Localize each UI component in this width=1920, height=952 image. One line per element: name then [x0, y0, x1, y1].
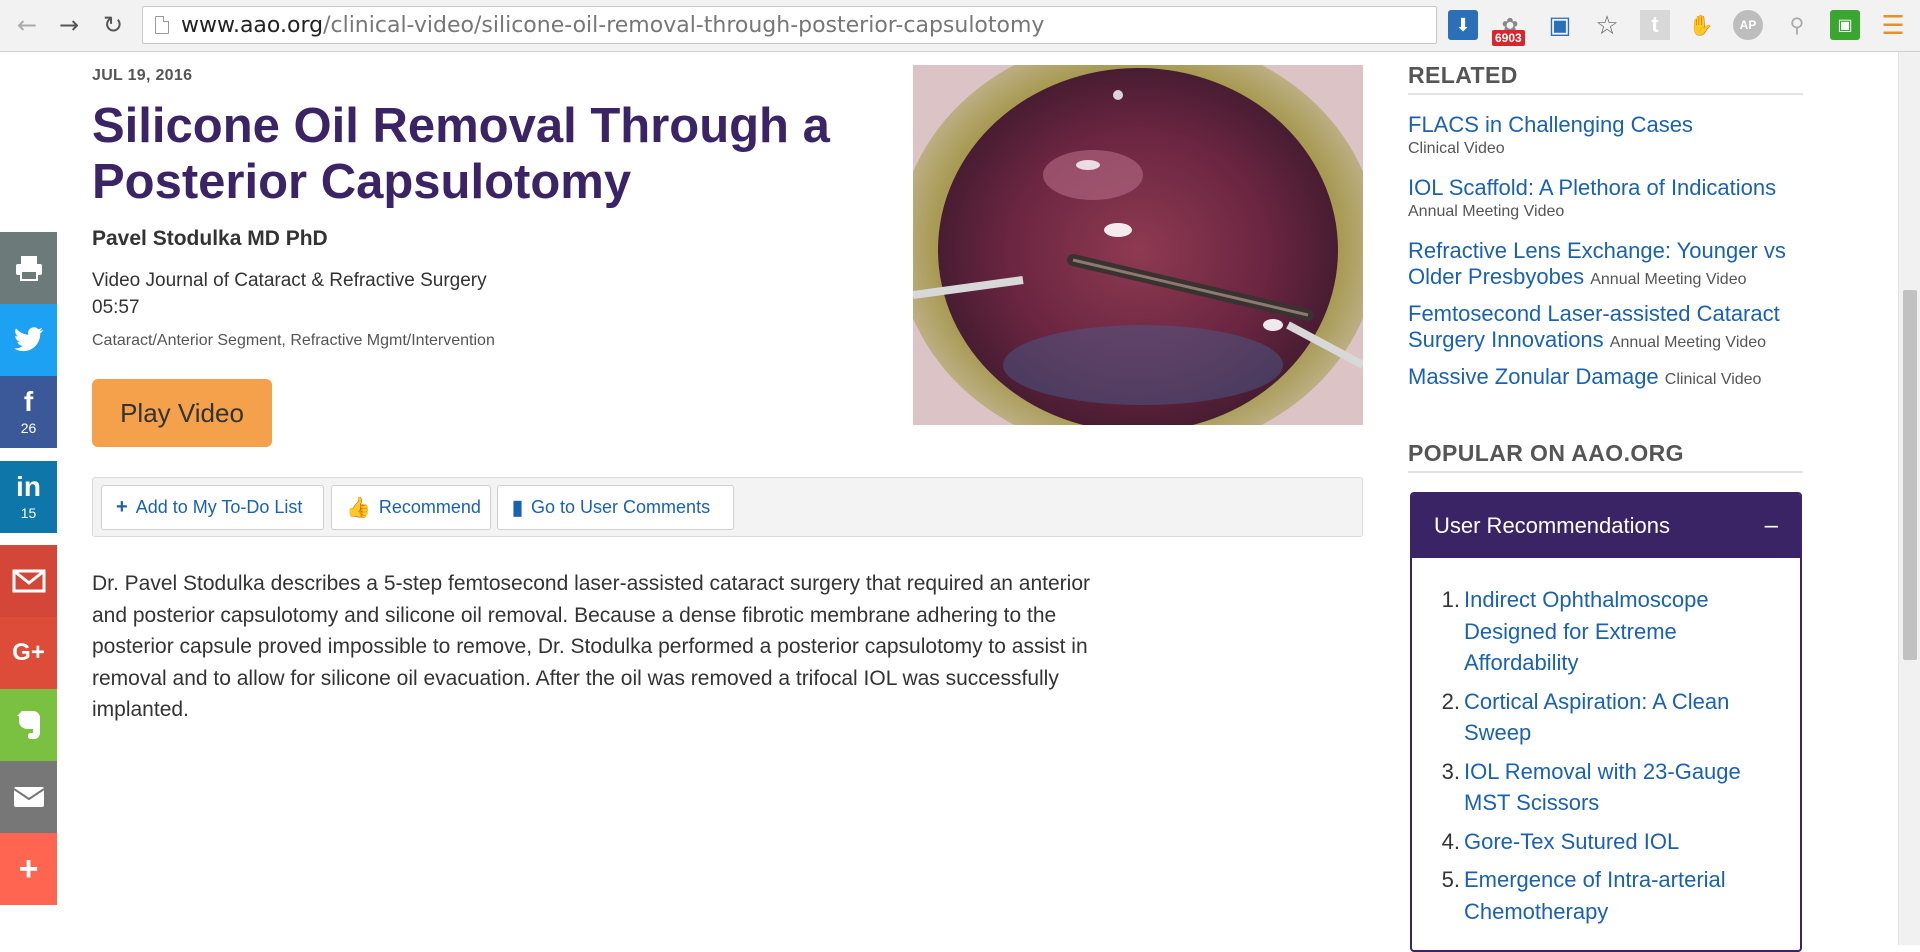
user-recommendations-header[interactable]: User Recommendations – [1412, 494, 1800, 558]
video-description: Dr. Pavel Stodulka describes a 5-step fe… [92, 572, 1091, 721]
list-item: 1. Indirect Ophthalmoscope Designed for … [1412, 584, 1800, 679]
more-share-button[interactable]: + [0, 833, 57, 905]
comment-icon: ▮ [512, 497, 524, 519]
list-number: 2. [1441, 688, 1460, 714]
linkedin-share-count: 15 [20, 505, 37, 521]
related-item-link[interactable]: IOL Scaffold: A Plethora of Indications [1408, 175, 1776, 200]
url-host: www.aao.org [181, 12, 324, 38]
related-item-type: Clinical Video [1408, 140, 1505, 157]
list-item: 5. Emergence of Intra-arterial Chemother… [1412, 864, 1800, 927]
related-item-type: Annual Meeting Video [1590, 271, 1747, 288]
video-duration: 05:57 [92, 297, 140, 318]
scrollbar-thumb[interactable] [1903, 290, 1917, 660]
plus-icon: + [116, 496, 128, 518]
evernote-share-button[interactable] [0, 689, 57, 761]
back-arrow-icon[interactable]: ← [12, 10, 42, 40]
envelope-icon [12, 787, 45, 807]
extension-badge-count: 6903 [1492, 30, 1525, 46]
page-icon [155, 16, 169, 34]
collapse-icon[interactable]: – [1765, 512, 1778, 540]
facebook-share-count: 26 [20, 420, 37, 436]
url-path: /clinical-video/silicone-oil-removal-thr… [323, 12, 1045, 38]
twitter-icon [13, 327, 43, 352]
page-title: Silicone Oil Removal Through a Posterior… [92, 99, 830, 209]
gmail-share-button[interactable] [0, 545, 57, 617]
topic-tags: Cataract/Anterior Segment, Refractive Mg… [92, 332, 495, 349]
related-item: Refractive Lens Exchange: Younger vs Old… [1408, 238, 1808, 293]
recommend-button[interactable]: 👍 Recommend [331, 485, 491, 530]
recommendation-link[interactable]: Cortical Aspiration: A Clean Sweep [1464, 689, 1729, 746]
publish-date: JUL 19, 2016 [92, 67, 193, 84]
journal-name: Video Journal of Cataract & Refractive S… [92, 270, 487, 291]
list-item: 2. Cortical Aspiration: A Clean Sweep [1412, 686, 1800, 749]
surgery-eye-image [913, 65, 1363, 425]
facebook-icon: f [23, 386, 34, 417]
user-comments-label: Go to User Comments [531, 497, 711, 517]
action-toolbar: + Add to My To-Do List 👍 Recommend ▮ Go … [92, 477, 1363, 537]
print-share-button[interactable] [0, 232, 57, 304]
video-thumbnail[interactable] [913, 65, 1363, 425]
user-comments-button[interactable]: ▮ Go to User Comments [497, 485, 734, 530]
related-item-type: Annual Meeting Video [1408, 203, 1565, 220]
add-to-todo-button[interactable]: + Add to My To-Do List [101, 485, 324, 530]
recommendation-link[interactable]: Indirect Ophthalmoscope Designed for Ext… [1464, 587, 1709, 675]
recommendation-link[interactable]: Emergence of Intra-arterial Chemotherapy [1464, 867, 1726, 924]
related-item: Femtosecond Laser-assisted Cataract Surg… [1408, 301, 1808, 356]
gmail-icon [12, 569, 45, 593]
play-video-button[interactable]: Play Video [92, 379, 272, 447]
plus-icon: + [18, 850, 39, 888]
list-item: 4. Gore-Tex Sutured IOL [1412, 826, 1800, 858]
list-number: 4. [1441, 828, 1460, 854]
download-extension-icon[interactable]: ⬇ [1448, 10, 1478, 40]
user-recommendations-title: User Recommendations [1434, 513, 1670, 538]
email-share-button[interactable] [0, 761, 57, 833]
googleplus-icon: G+ [12, 639, 45, 666]
related-item: IOL Scaffold: A Plethora of Indications … [1408, 175, 1808, 223]
facebook-share-button[interactable]: f 26 [0, 376, 57, 448]
user-recommendations-panel: User Recommendations – 1. Indirect Ophth… [1410, 492, 1802, 952]
search-extension-icon[interactable]: ⚲ [1782, 10, 1812, 40]
address-bar[interactable]: www.aao.org/clinical-video/silicone-oil-… [142, 6, 1437, 44]
evernote-icon [16, 711, 40, 739]
author-name: Pavel Stodulka MD PhD [92, 227, 328, 250]
window-extension-icon[interactable]: ▣ [1545, 10, 1575, 40]
user-recommendations-list: 1. Indirect Ophthalmoscope Designed for … [1412, 584, 1800, 934]
menu-icon[interactable]: ☰ [1878, 10, 1908, 40]
related-item-link[interactable]: FLACS in Challenging Cases [1408, 112, 1693, 137]
related-item: Massive Zonular Damage Clinical Video [1408, 364, 1808, 393]
thumbs-up-icon: 👍 [346, 497, 371, 519]
related-item-link[interactable]: Massive Zonular Damage [1408, 364, 1659, 389]
recommend-label: Recommend [378, 497, 481, 517]
hand-extension-icon[interactable]: ✋ [1686, 10, 1716, 40]
googleplus-share-button[interactable]: G+ [0, 617, 57, 689]
popular-heading: POPULAR ON AAO.ORG [1408, 440, 1803, 473]
ap-extension-icon[interactable]: AP [1733, 10, 1763, 40]
reload-icon[interactable]: ↻ [98, 10, 128, 40]
linkedin-icon: in [16, 471, 41, 502]
list-number: 1. [1441, 587, 1460, 612]
browser-toolbar: ← → ↻ www.aao.org/clinical-video/silicon… [0, 0, 1920, 52]
linkedin-share-button[interactable]: in 15 [0, 461, 57, 533]
print-icon [15, 256, 42, 281]
related-item-type: Annual Meeting Video [1609, 334, 1767, 351]
recommendation-link[interactable]: Gore-Tex Sutured IOL [1464, 829, 1679, 854]
list-number: 3. [1441, 758, 1460, 784]
related-item-type: Clinical Video [1664, 371, 1762, 388]
twitter-share-button[interactable] [0, 304, 57, 376]
add-to-todo-label: Add to My To-Do List [135, 497, 303, 517]
list-number: 5. [1441, 867, 1460, 892]
robot-extension-icon[interactable]: ▣ [1830, 10, 1860, 40]
forward-arrow-icon[interactable]: → [54, 10, 84, 40]
bookmark-star-icon[interactable]: ☆ [1592, 10, 1622, 40]
vertical-scrollbar[interactable] [1898, 52, 1920, 945]
t-extension-icon[interactable]: t [1640, 10, 1670, 40]
related-heading: RELATED [1408, 62, 1803, 95]
related-item: FLACS in Challenging Cases Clinical Vide… [1408, 112, 1808, 160]
recommendation-link[interactable]: IOL Removal with 23-Gauge MST Scissors [1464, 759, 1741, 816]
list-item: 3. IOL Removal with 23-Gauge MST Scissor… [1412, 756, 1800, 819]
